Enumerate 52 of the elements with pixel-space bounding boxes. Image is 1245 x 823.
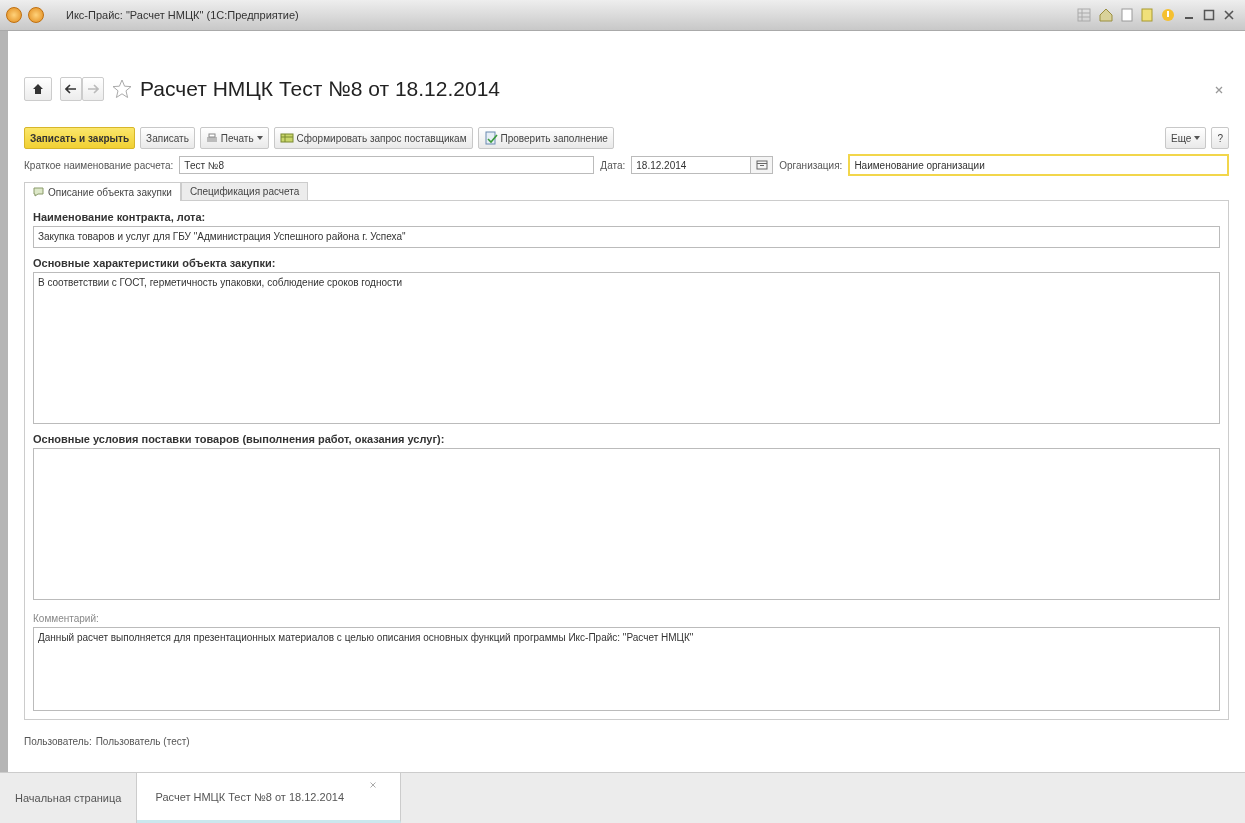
print-button[interactable]: Печать [199,127,269,149]
calendar-icon [755,160,768,170]
field-label: Комментарий: [33,613,100,624]
tab[interactable]: Описание объекта закупки [24,182,181,201]
field-label: Краткое наименование расчета: [24,159,174,171]
menu-circle-icon[interactable] [28,7,44,23]
close-tab-button[interactable] [370,779,376,790]
field-label: Основные характеристики объекта закупки: [33,257,277,269]
grid-icon[interactable] [1077,8,1091,22]
input-field[interactable]: Наименование организации [848,154,1229,176]
user-label: Пользователь: [24,736,92,749]
create-request-button[interactable]: Сформировать запрос поставщикам [273,127,473,149]
caret-icon [256,136,263,140]
maximize-icon[interactable] [1203,9,1215,21]
calendar-button[interactable] [751,156,774,174]
back-arrow-icon [65,84,77,94]
app-logo-icon [6,7,22,23]
user-name: Пользователь (тест) [95,736,190,749]
check-filling-button[interactable]: Проверить заполнение [477,127,614,149]
document-title: Расчет НМЦК Тест №8 от 18.12.2014 [140,77,501,101]
field-label: Дата: [600,159,626,171]
date-field[interactable]: 18.12.2014 [631,156,752,174]
save-and-close-button[interactable]: Записать и закрыть [24,127,136,149]
back-button[interactable] [60,77,82,101]
star-icon[interactable] [112,79,132,99]
field-label: Организация: [779,159,843,171]
input-field[interactable]: Тест №8 [179,156,595,174]
input-field[interactable]: Закупка товаров и услуг для ГБУ "Администрация Успешного района г. Успеха" [33,226,1220,248]
document-icon[interactable] [1121,8,1133,22]
info-icon[interactable] [1161,8,1175,22]
printer-icon [205,133,218,143]
close-icon[interactable] [1223,9,1235,21]
close-icon [370,782,376,788]
forward-arrow-icon [87,84,99,94]
window-tab[interactable]: Расчет НМЦК Тест №8 от 18.12.2014 [137,773,401,823]
home-icon[interactable] [1099,8,1113,22]
save-button[interactable]: Записать [140,127,195,149]
home-button[interactable] [24,77,52,101]
document-check-icon [483,131,498,145]
tab[interactable]: Спецификация расчета [180,182,309,200]
home-icon [32,83,44,95]
help-button[interactable]: ? [1211,127,1229,149]
text-area[interactable]: Данный расчет выполняется для презентационных материалов с целью описания основных функций программы Икс-Прайс: "Расчет НМЦК" [33,627,1220,711]
window-title: Икс-Прайс: "Расчет НМЦК" (1С:Предприятие) [66,9,300,21]
close-icon [1215,86,1223,94]
table-icon [279,133,294,143]
field-label: Наименование контракта, лота: [33,211,207,223]
more-button[interactable]: Еще [1165,127,1207,149]
speech-bubble-icon [33,187,44,197]
text-area[interactable]: В соответствии с ГОСТ, герметичность упаковки, соблюдение сроков годности [33,272,1220,424]
caret-icon [1194,136,1201,140]
field-label: Основные условия поставки товаров (выполнения работ, оказания услуг): [33,433,446,445]
